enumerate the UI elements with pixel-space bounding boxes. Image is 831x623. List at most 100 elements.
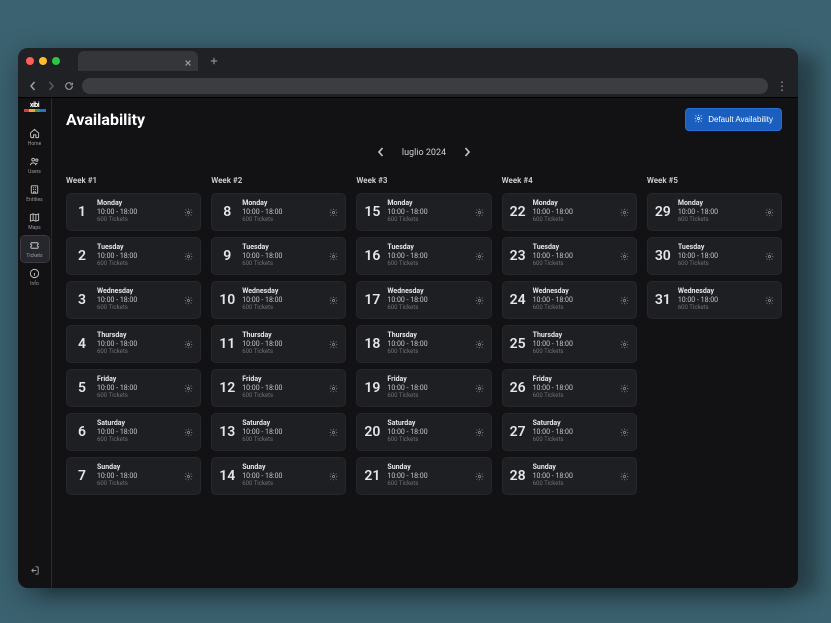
day-card[interactable]: 2Tuesday10:00 - 18:00600 Tickets [66, 237, 201, 275]
day-card[interactable]: 3Wednesday10:00 - 18:00600 Tickets [66, 281, 201, 319]
day-settings-button[interactable] [329, 246, 338, 265]
day-card[interactable]: 17Wednesday10:00 - 18:00600 Tickets [356, 281, 491, 319]
nav-reload-icon[interactable] [64, 76, 74, 95]
day-card[interactable]: 28Sunday10:00 - 18:00600 Tickets [502, 457, 637, 495]
day-card[interactable]: 29Monday10:00 - 18:00600 Tickets [647, 193, 782, 231]
day-settings-button[interactable] [329, 334, 338, 353]
day-settings-button[interactable] [620, 334, 629, 353]
day-settings-button[interactable] [329, 290, 338, 309]
day-card[interactable]: 7Sunday10:00 - 18:00600 Tickets [66, 457, 201, 495]
day-time: 10:00 - 18:00 [387, 209, 467, 217]
day-settings-button[interactable] [620, 246, 629, 265]
day-card[interactable]: 1Monday10:00 - 18:00600 Tickets [66, 193, 201, 231]
browser-menu-icon[interactable]: ⋮ [776, 80, 788, 92]
window-close-icon[interactable] [26, 57, 34, 65]
day-card[interactable]: 31Wednesday10:00 - 18:00600 Tickets [647, 281, 782, 319]
day-card[interactable]: 5Friday10:00 - 18:00600 Tickets [66, 369, 201, 407]
day-settings-button[interactable] [184, 422, 193, 441]
day-settings-button[interactable] [475, 466, 484, 485]
day-card[interactable]: 13Saturday10:00 - 18:00600 Tickets [211, 413, 346, 451]
sidebar-label: Home [28, 142, 41, 147]
nav-forward-icon[interactable] [46, 76, 56, 95]
window-traffic-lights[interactable] [26, 57, 60, 65]
gear-icon [475, 246, 484, 265]
browser-tab[interactable] [78, 51, 198, 71]
browser-addressbar: ⋮ [18, 74, 798, 98]
day-settings-button[interactable] [184, 378, 193, 397]
day-card[interactable]: 25Thursday10:00 - 18:00600 Tickets [502, 325, 637, 363]
window-maximize-icon[interactable] [52, 57, 60, 65]
day-settings-button[interactable] [765, 246, 774, 265]
day-card[interactable]: 15Monday10:00 - 18:00600 Tickets [356, 193, 491, 231]
users-icon [29, 156, 40, 169]
day-tickets: 600 Tickets [97, 349, 177, 356]
url-input[interactable] [82, 78, 768, 94]
day-card[interactable]: 12Friday10:00 - 18:00600 Tickets [211, 369, 346, 407]
day-settings-button[interactable] [475, 334, 484, 353]
day-card[interactable]: 9Tuesday10:00 - 18:00600 Tickets [211, 237, 346, 275]
logout-button[interactable] [21, 555, 49, 588]
day-card[interactable]: 22Monday10:00 - 18:00600 Tickets [502, 193, 637, 231]
app-logo[interactable]: xibi [24, 102, 46, 116]
day-card[interactable]: 8Monday10:00 - 18:00600 Tickets [211, 193, 346, 231]
window-minimize-icon[interactable] [39, 57, 47, 65]
day-time: 10:00 - 18:00 [533, 253, 613, 261]
day-card[interactable]: 4Thursday10:00 - 18:00600 Tickets [66, 325, 201, 363]
day-tickets: 600 Tickets [678, 305, 758, 312]
day-settings-button[interactable] [184, 202, 193, 221]
next-month-button[interactable] [460, 143, 474, 162]
day-settings-button[interactable] [184, 290, 193, 309]
nav-back-icon[interactable] [28, 76, 38, 95]
day-card[interactable]: 20Saturday10:00 - 18:00600 Tickets [356, 413, 491, 451]
day-settings-button[interactable] [329, 202, 338, 221]
sidebar-item-maps[interactable]: Maps [21, 208, 49, 234]
day-settings-button[interactable] [620, 202, 629, 221]
day-settings-button[interactable] [475, 202, 484, 221]
day-card[interactable]: 24Wednesday10:00 - 18:00600 Tickets [502, 281, 637, 319]
day-settings-button[interactable] [184, 334, 193, 353]
day-card[interactable]: 21Sunday10:00 - 18:00600 Tickets [356, 457, 491, 495]
day-card[interactable]: 19Friday10:00 - 18:00600 Tickets [356, 369, 491, 407]
sidebar-item-tickets[interactable]: Tickets [21, 236, 49, 262]
day-name: Tuesday [533, 244, 613, 252]
prev-month-button[interactable] [374, 143, 388, 162]
day-settings-button[interactable] [184, 466, 193, 485]
day-settings-button[interactable] [475, 246, 484, 265]
day-settings-button[interactable] [329, 466, 338, 485]
day-time: 10:00 - 18:00 [678, 297, 758, 305]
sidebar-item-info[interactable]: Info [21, 264, 49, 290]
day-name: Monday [387, 200, 467, 208]
day-settings-button[interactable] [475, 378, 484, 397]
day-card[interactable]: 26Friday10:00 - 18:00600 Tickets [502, 369, 637, 407]
day-settings-button[interactable] [620, 290, 629, 309]
sidebar-label: Info [30, 282, 39, 287]
day-settings-button[interactable] [620, 466, 629, 485]
day-card[interactable]: 16Tuesday10:00 - 18:00600 Tickets [356, 237, 491, 275]
day-settings-button[interactable] [620, 378, 629, 397]
day-settings-button[interactable] [765, 290, 774, 309]
day-settings-button[interactable] [765, 202, 774, 221]
day-card[interactable]: 11Thursday10:00 - 18:00600 Tickets [211, 325, 346, 363]
close-tab-icon[interactable] [184, 52, 192, 71]
day-settings-button[interactable] [329, 422, 338, 441]
sidebar-item-entities[interactable]: Entities [21, 180, 49, 206]
day-card[interactable]: 6Saturday10:00 - 18:00600 Tickets [66, 413, 201, 451]
day-number: 16 [364, 248, 380, 264]
day-card[interactable]: 30Tuesday10:00 - 18:00600 Tickets [647, 237, 782, 275]
sidebar-item-users[interactable]: Users [21, 152, 49, 178]
day-settings-button[interactable] [475, 422, 484, 441]
day-card[interactable]: 27Saturday10:00 - 18:00600 Tickets [502, 413, 637, 451]
week-label: Week #3 [356, 176, 491, 185]
default-availability-button[interactable]: Default Availability [685, 108, 782, 131]
sidebar-item-home[interactable]: Home [21, 124, 49, 150]
day-settings-button[interactable] [620, 422, 629, 441]
day-settings-button[interactable] [184, 246, 193, 265]
day-card[interactable]: 23Tuesday10:00 - 18:00600 Tickets [502, 237, 637, 275]
day-settings-button[interactable] [475, 290, 484, 309]
day-settings-button[interactable] [329, 378, 338, 397]
day-card[interactable]: 18Thursday10:00 - 18:00600 Tickets [356, 325, 491, 363]
day-card[interactable]: 14Sunday10:00 - 18:00600 Tickets [211, 457, 346, 495]
browser-window: ⋮ xibi Home Users Ent [18, 48, 798, 588]
day-card[interactable]: 10Wednesday10:00 - 18:00600 Tickets [211, 281, 346, 319]
new-tab-button[interactable] [210, 57, 218, 65]
